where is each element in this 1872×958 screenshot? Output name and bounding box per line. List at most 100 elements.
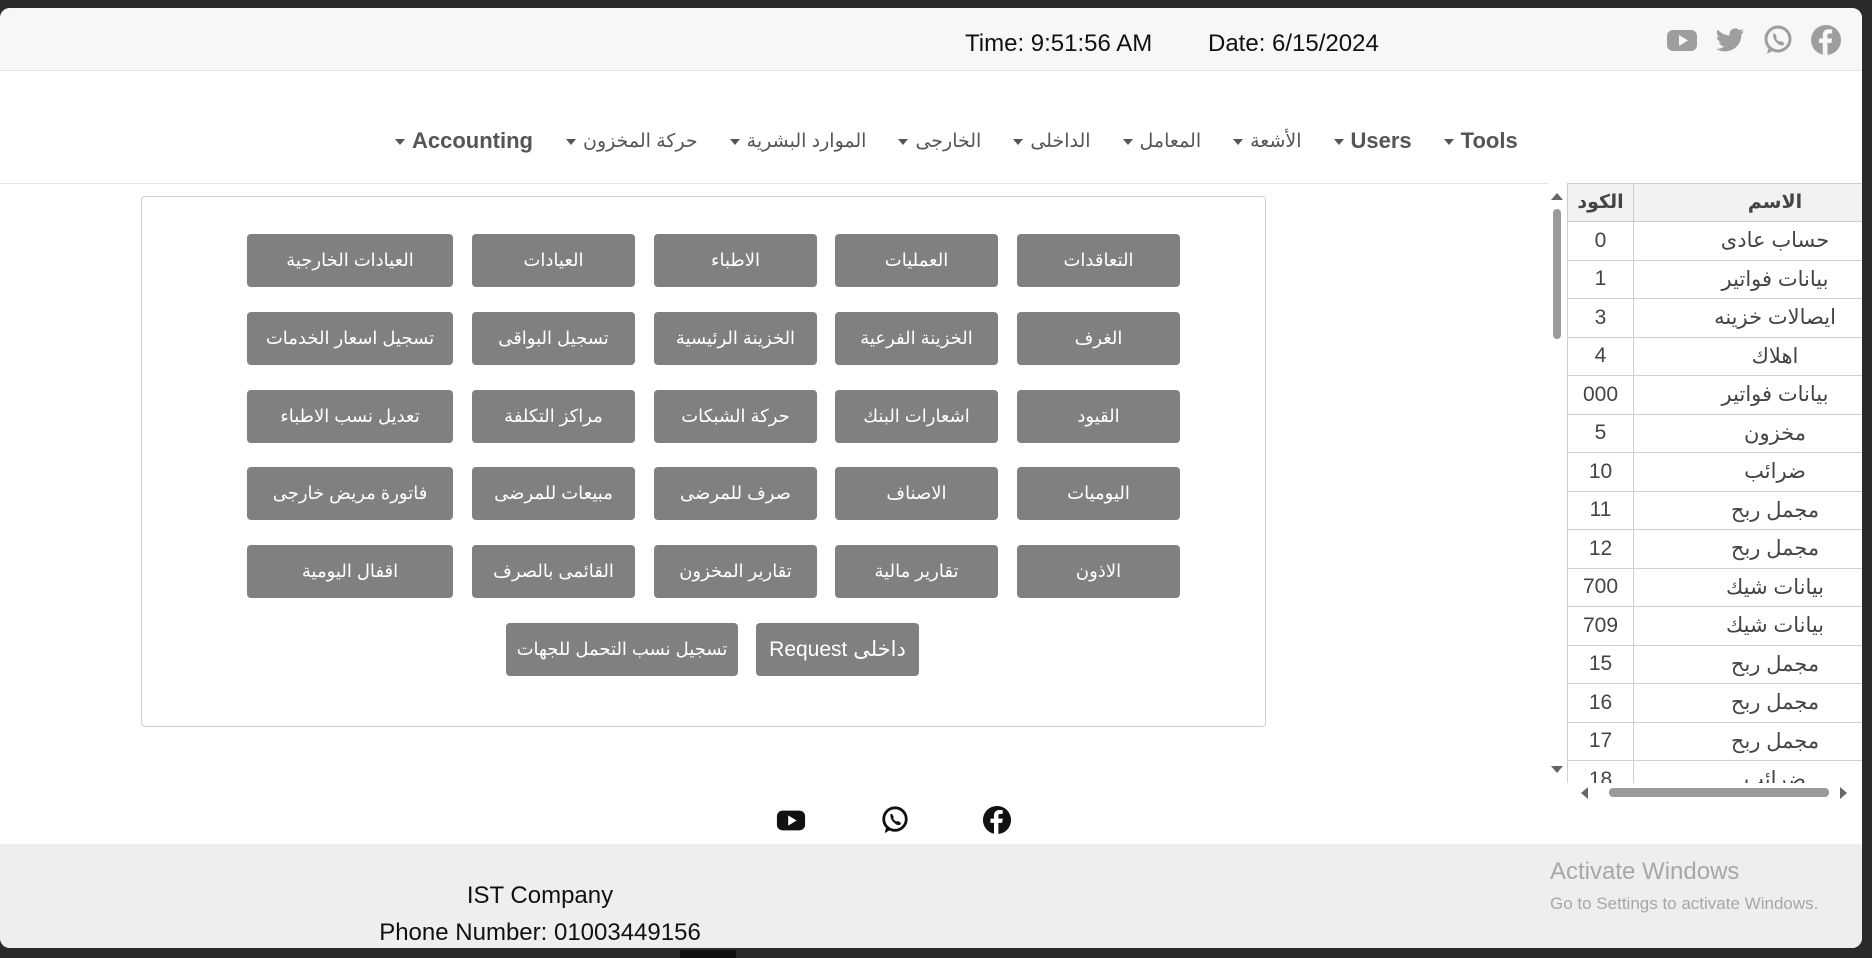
cell-code: 10 (1567, 452, 1635, 492)
coverage-ratios-button[interactable]: تسجيل نسب التحمل للجهات (506, 623, 738, 676)
table-body: 0 حساب عادى 1 بيانات فواتير 3 ايصالات خزينه 4 ا… (1567, 221, 1862, 783)
table-row[interactable]: 10 ضرائب (1567, 452, 1862, 492)
nav-outpatient[interactable]: الخارجى (898, 130, 981, 153)
table-row[interactable]: 15 مجمل ربح (1567, 644, 1862, 684)
accounts-table-panel: الكود الاسم 0 حساب عادى 1 بيانات فواتير 3 ايص… (1548, 183, 1862, 801)
cell-name: مجمل ربح (1633, 529, 1862, 569)
top-bar: Time: 9:51:56 AM Date: 6/15/2024 (0, 8, 1862, 71)
browser-window: Time: 9:51:56 AM Date: 6/15/2024 Account… (0, 8, 1862, 948)
main-navbar: Accounting حركة المخزون الموارد البشرية … (0, 72, 1862, 184)
nav-label: الأشعة (1250, 130, 1302, 152)
horizontal-scrollbar[interactable] (1567, 783, 1862, 801)
table-row[interactable]: 5 مخزون (1567, 413, 1862, 453)
twitter-icon[interactable] (1714, 24, 1746, 56)
nav-accounting[interactable]: Accounting (395, 128, 533, 154)
nav-users[interactable]: Users (1333, 128, 1412, 154)
table-row[interactable]: 1 بيانات فواتير (1567, 259, 1862, 299)
journals-button[interactable]: اليوميات (1017, 467, 1180, 520)
remainders-button[interactable]: تسجيل البواقى (472, 312, 635, 365)
caret-down-icon (1333, 139, 1344, 145)
nav-label: الموارد البشرية (746, 130, 867, 152)
cell-name: ضرائب (1633, 452, 1862, 492)
disbursers-button[interactable]: القائمى بالصرف (472, 545, 635, 598)
cell-code: 700 (1567, 567, 1635, 607)
close-day-button[interactable]: اقفال اليومية (247, 545, 453, 598)
youtube-icon[interactable] (1666, 24, 1698, 56)
operations-button[interactable]: العمليات (835, 234, 998, 287)
cell-code: 4 (1567, 336, 1635, 376)
column-header-code[interactable]: الكود (1567, 183, 1635, 222)
cell-code: 15 (1567, 644, 1635, 684)
table-row[interactable]: 17 مجمل ربح (1567, 721, 1862, 761)
column-header-name[interactable]: الاسم (1633, 183, 1862, 222)
scroll-right-icon[interactable] (1840, 787, 1847, 799)
nav-inventory-movement[interactable]: حركة المخزون (566, 130, 698, 153)
patient-dispense-button[interactable]: صرف للمرضى (654, 467, 817, 520)
scroll-thumb[interactable] (1609, 788, 1829, 797)
cell-name: مجمل ربح (1633, 683, 1862, 723)
facebook-icon[interactable] (1810, 24, 1842, 56)
nav-label: الخارجى (915, 130, 982, 152)
cell-name: ضرائب (1633, 760, 1862, 783)
cell-code: 000 (1567, 375, 1635, 415)
outpatient-invoice-button[interactable]: فاتورة مريض خارجى (247, 467, 453, 520)
scroll-thumb[interactable] (1553, 209, 1561, 339)
cell-name: بيانات فواتير (1633, 259, 1862, 299)
cell-name: بيانات فواتير (1633, 375, 1862, 415)
table-row[interactable]: 709 بيانات شيك (1567, 606, 1862, 646)
whatsapp-icon[interactable] (880, 805, 910, 835)
table-row[interactable]: 16 مجمل ربح (1567, 683, 1862, 723)
vertical-scrollbar[interactable] (1548, 183, 1565, 783)
table-row[interactable]: 11 مجمل ربح (1567, 490, 1862, 530)
cell-name: ايصالات خزينه (1633, 298, 1862, 338)
items-button[interactable]: الاصناف (835, 467, 998, 520)
permits-button[interactable]: الاذون (1017, 545, 1180, 598)
caret-down-icon (1233, 139, 1244, 145)
nav-tools[interactable]: Tools (1443, 128, 1518, 154)
facebook-icon[interactable] (982, 805, 1012, 835)
watermark-subtitle: Go to Settings to activate Windows. (1550, 894, 1819, 913)
nav-label: الداخلى (1030, 130, 1091, 152)
youtube-icon[interactable] (776, 805, 806, 835)
sub-treasury-button[interactable]: الخزينة الفرعية (835, 312, 998, 365)
nav-inpatient[interactable]: الداخلى (1013, 130, 1091, 153)
cell-code: 0 (1567, 221, 1635, 261)
service-prices-button[interactable]: تسجيل اسعار الخدمات (247, 312, 453, 365)
clinics-button[interactable]: العيادات (472, 234, 635, 287)
internal-request-button[interactable]: Request داخلى (756, 623, 919, 676)
rooms-button[interactable]: الغرف (1017, 312, 1180, 365)
entries-button[interactable]: القيود (1017, 390, 1180, 443)
cell-name: اهلاك (1633, 336, 1862, 376)
main-treasury-button[interactable]: الخزينة الرئيسية (654, 312, 817, 365)
inventory-reports-button[interactable]: تقارير المخزون (654, 545, 817, 598)
nav-radiology[interactable]: الأشعة (1233, 130, 1302, 153)
table-row[interactable]: 700 بيانات شيك (1567, 567, 1862, 607)
table-row[interactable]: 3 ايصالات خزينه (1567, 298, 1862, 338)
table-row[interactable]: 18 ضرائب (1567, 760, 1862, 783)
caret-down-icon (1122, 139, 1133, 145)
scroll-down-icon[interactable] (1551, 766, 1563, 773)
module-buttons-panel: العيادات الخارجية العيادات الاطباء العمل… (141, 196, 1266, 727)
whatsapp-icon[interactable] (1762, 24, 1794, 56)
network-movement-button[interactable]: حركة الشبكات (654, 390, 817, 443)
table-row[interactable]: 12 مجمل ربح (1567, 529, 1862, 569)
cost-centers-button[interactable]: مراكز التكلفة (472, 390, 635, 443)
scroll-left-icon[interactable] (1581, 787, 1588, 799)
nav-labs[interactable]: المعامل (1122, 130, 1201, 153)
bank-notices-button[interactable]: اشعارات البنك (835, 390, 998, 443)
windows-activation-watermark: Activate Windows Go to Settings to activ… (1550, 858, 1818, 914)
financial-reports-button[interactable]: تقارير مالية (835, 545, 998, 598)
patient-sales-button[interactable]: مبيعات للمرضى (472, 467, 635, 520)
table-row[interactable]: 0 حساب عادى (1567, 221, 1862, 261)
contracts-button[interactable]: التعاقدات (1017, 234, 1180, 287)
scroll-up-icon[interactable] (1551, 193, 1563, 200)
table-row[interactable]: 4 اهلاك (1567, 336, 1862, 376)
watermark-title: Activate Windows (1550, 858, 1740, 885)
company-name: IST Company (466, 882, 614, 909)
nav-menu: Accounting حركة المخزون الموارد البشرية … (395, 128, 1518, 154)
nav-human-resources[interactable]: الموارد البشرية (729, 130, 867, 153)
doctors-button[interactable]: الاطباء (654, 234, 817, 287)
doctor-ratios-button[interactable]: تعديل نسب الاطباء (247, 390, 453, 443)
table-row[interactable]: 000 بيانات فواتير (1567, 375, 1862, 415)
outside-clinics-button[interactable]: العيادات الخارجية (247, 234, 453, 287)
